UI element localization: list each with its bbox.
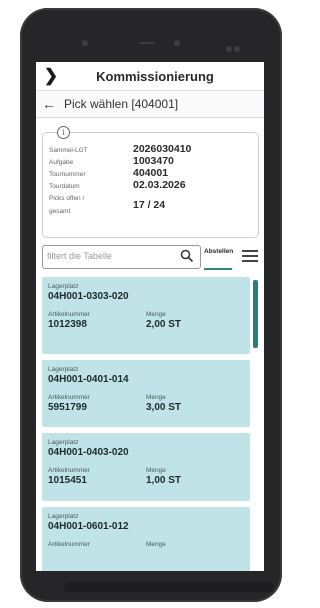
artikelnummer-value: 5951799	[48, 402, 87, 413]
artikelnummer-label: Artikelnummer	[48, 394, 90, 401]
info-value-tourdatum: 02.03.2026	[133, 179, 186, 191]
info-label-sammel-lgt: Sammel-LGT	[49, 147, 88, 154]
lagerplatz-value: 04H001-0303-020	[48, 291, 129, 302]
menge-label: Menge	[146, 394, 166, 401]
menge-value: 3,00 ST	[146, 402, 182, 413]
tour-info-panel: i Sammel-LGT 2026030410 Aufgabe 1003470 …	[42, 126, 259, 238]
abstellen-tab-indicator	[204, 268, 232, 270]
pick-card[interactable]: Lagerplatz 04H001-0601-012 Artikelnummer…	[42, 507, 250, 571]
pick-card[interactable]: Lagerplatz 04H001-0401-014 Artikelnummer…	[42, 360, 250, 427]
filter-toolbar: filtert die Tabelle Abstellen	[42, 245, 258, 271]
artikelnummer-label: Artikelnummer	[48, 467, 90, 474]
sub-header: ← Pick wählen [404001]	[36, 91, 264, 118]
menge-value: 1,00 ST	[146, 475, 182, 486]
info-label-tournummer: Tournummer	[49, 171, 86, 178]
info-label-aufgabe: Aufgabe	[49, 159, 74, 166]
pick-card[interactable]: Lagerplatz 04H001-0303-020 Artikelnummer…	[42, 277, 250, 354]
scrollbar[interactable]	[253, 280, 258, 348]
info-label-picks: Picks offen /	[49, 195, 85, 202]
info-label-picks-gesamt: gesamt	[49, 208, 71, 215]
artikelnummer-label: Artikelnummer	[48, 311, 90, 318]
pick-card[interactable]: Lagerplatz 04H001-0403-020 Artikelnummer…	[42, 433, 250, 501]
info-icon: i	[57, 126, 70, 139]
phone-chin	[64, 582, 274, 592]
camera-dot-icon	[82, 40, 88, 46]
menge-label: Menge	[146, 541, 166, 548]
search-icon[interactable]	[180, 249, 194, 263]
sensor-dot-icon	[174, 40, 180, 46]
lagerplatz-label: Lagerplatz	[48, 366, 79, 373]
info-label-tourdatum: Tourdatum	[49, 183, 80, 190]
artikelnummer-value: 1015451	[48, 475, 87, 486]
search-placeholder: filtert die Tabelle	[47, 251, 112, 261]
menge-value: 2,00 ST	[146, 319, 182, 330]
lagerplatz-label: Lagerplatz	[48, 283, 79, 290]
app-title: Kommissionierung	[96, 68, 214, 84]
app-bar: ❯ Kommissionierung	[36, 62, 264, 91]
app-screen: ❯ Kommissionierung ← Pick wählen [404001…	[36, 62, 264, 571]
info-value-picks: 17 / 24	[133, 199, 166, 211]
lagerplatz-label: Lagerplatz	[48, 513, 79, 520]
back-arrow-icon[interactable]: ←	[42, 96, 60, 112]
page-subtitle: Pick wählen [404001]	[64, 97, 179, 111]
lagerplatz-value: 04H001-0401-014	[48, 374, 129, 385]
search-input[interactable]: filtert die Tabelle	[42, 245, 201, 269]
artikelnummer-value: 1012398	[48, 319, 87, 330]
menu-chevron-icon[interactable]: ❯	[36, 66, 66, 86]
hamburger-menu-icon[interactable]	[242, 250, 258, 265]
artikelnummer-label: Artikelnummer	[48, 541, 90, 548]
info-value-tournummer: 404001	[133, 167, 169, 179]
lagerplatz-value: 04H001-0403-020	[48, 447, 129, 458]
abstellen-tab[interactable]: Abstellen	[204, 248, 233, 255]
lagerplatz-label: Lagerplatz	[48, 439, 79, 446]
info-value-aufgabe: 1003470	[133, 155, 174, 167]
menge-label: Menge	[146, 467, 166, 474]
lagerplatz-value: 04H001-0601-012	[48, 521, 129, 532]
menge-label: Menge	[146, 311, 166, 318]
speaker-grille	[140, 42, 154, 44]
front-camera-icon	[226, 39, 242, 52]
info-value-sammel-lgt: 2026030410	[133, 143, 192, 155]
